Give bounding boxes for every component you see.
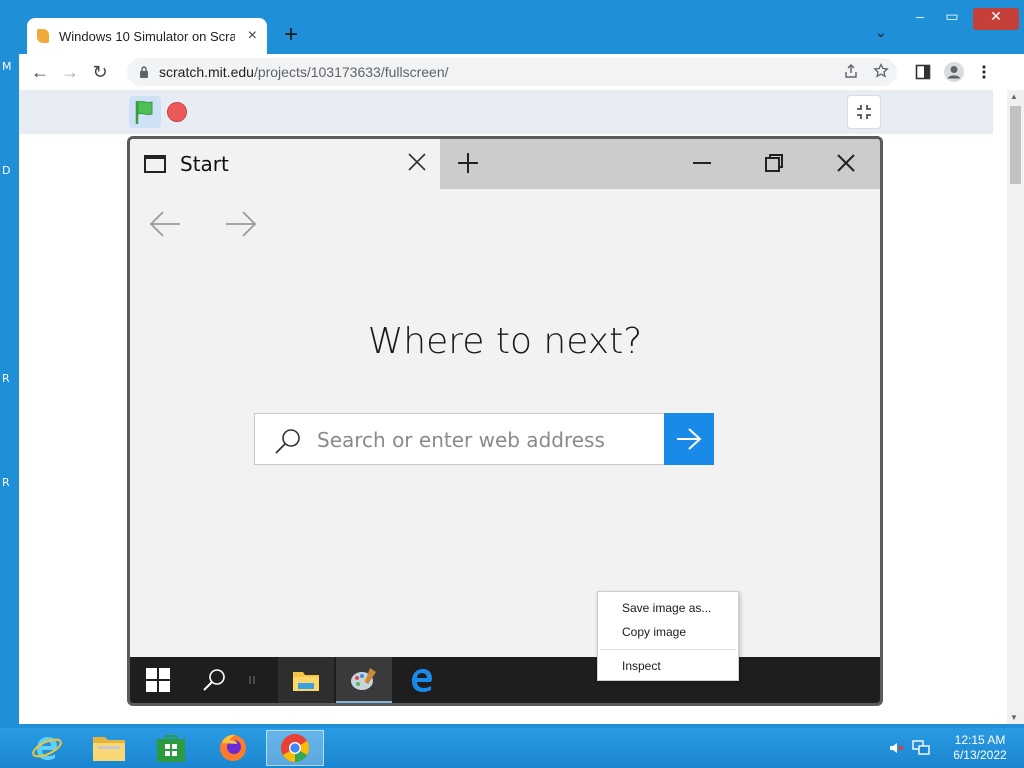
firefox-icon <box>220 734 246 761</box>
volume-muted-icon[interactable] <box>888 740 904 756</box>
win10-edge-button[interactable] <box>394 657 450 703</box>
folder-icon <box>93 737 125 761</box>
maximize-button[interactable]: ▭ <box>937 8 967 30</box>
tab-page-icon <box>144 155 166 173</box>
page-viewport: Start Where to next? Search or enter web… <box>19 90 1024 724</box>
menu-item-copy-image[interactable]: Copy image <box>598 622 738 646</box>
clock-time: 12:15 AM <box>954 733 1006 747</box>
exit-fullscreen-icon <box>857 105 871 119</box>
profile-avatar-icon[interactable] <box>943 61 965 83</box>
win10-taskbar <box>130 657 880 703</box>
tab-title: Windows 10 Simulator on Scratch <box>59 28 235 44</box>
network-icon[interactable] <box>912 740 930 756</box>
minimize-button[interactable]: – <box>905 8 935 30</box>
system-clock[interactable]: 12:15 AM 6/13/2022 <box>940 733 1020 763</box>
win10-paint-button[interactable] <box>336 657 392 703</box>
search-icon <box>275 429 300 454</box>
desktop-icon-label: M <box>2 60 12 73</box>
scratch-favicon-icon <box>37 29 49 43</box>
menu-separator <box>600 649 736 650</box>
edge-tab-bar: Start <box>130 139 880 189</box>
desktop-icon-label: R <box>2 372 10 385</box>
edge-tab-close-icon[interactable] <box>406 151 428 173</box>
edge-legacy-icon <box>412 669 432 692</box>
scrollbar-thumb[interactable] <box>1010 106 1021 184</box>
menu-item-save-image[interactable]: Save image as... <box>598 598 738 622</box>
taskbar-internet-explorer[interactable] <box>20 730 74 766</box>
edge-restore-icon[interactable] <box>762 151 786 175</box>
clock-date: 6/13/2022 <box>953 748 1007 762</box>
forward-button[interactable]: → <box>55 57 85 87</box>
browser-window: Windows 10 Simulator on Scratch × + ⌄ – … <box>19 0 1024 724</box>
page-headline: Where to next? <box>367 321 643 362</box>
green-flag-icon <box>135 100 153 124</box>
internet-explorer-icon <box>32 737 62 760</box>
kebab-menu-icon[interactable] <box>981 64 987 80</box>
edge-forward-arrow-icon[interactable] <box>224 209 258 239</box>
tab-strip: Windows 10 Simulator on Scratch × + ⌄ – … <box>19 0 1024 54</box>
side-panel-icon[interactable] <box>915 64 931 80</box>
edge-tab-start[interactable]: Start <box>130 139 440 189</box>
edge-close-icon[interactable] <box>834 151 858 175</box>
url-path: /projects/103173633/fullscreen/ <box>253 64 449 80</box>
scroll-up-arrow-icon[interactable]: ▲ <box>1010 92 1018 101</box>
url-host: scratch.mit.edu <box>159 64 254 80</box>
search-icon <box>203 669 225 691</box>
taskbar-file-explorer[interactable] <box>82 730 136 766</box>
edge-minimize-icon[interactable] <box>690 151 714 175</box>
reload-button[interactable]: ↻ <box>85 57 115 87</box>
edge-search-box[interactable] <box>254 413 714 465</box>
back-button[interactable]: ← <box>25 57 55 87</box>
desktop-icon-label: R <box>2 476 10 489</box>
system-tray: 12:15 AM 6/13/2022 <box>888 728 1024 768</box>
edge-new-tab-icon[interactable] <box>456 151 480 175</box>
os-taskbar: 12:15 AM 6/13/2022 <box>0 728 1024 768</box>
store-icon <box>157 735 185 762</box>
stop-button[interactable] <box>167 102 187 122</box>
arrow-right-icon <box>677 428 702 450</box>
win10-start-button[interactable] <box>130 657 186 703</box>
scroll-down-arrow-icon[interactable]: ▼ <box>1010 713 1018 722</box>
folder-icon <box>293 672 319 691</box>
share-icon[interactable] <box>843 63 859 79</box>
edge-tab-label: Start <box>180 152 229 176</box>
windows-logo-icon <box>146 668 170 692</box>
green-flag-button[interactable] <box>129 96 161 128</box>
task-view-icon <box>249 676 255 684</box>
search-input[interactable] <box>317 424 657 456</box>
taskbar-store[interactable] <box>144 730 198 766</box>
task-view-button[interactable] <box>232 657 272 703</box>
browser-tab[interactable]: Windows 10 Simulator on Scratch × <box>27 18 267 54</box>
scratch-controls-bar <box>19 90 993 134</box>
address-bar[interactable]: scratch.mit.edu/projects/103173633/fulls… <box>127 58 897 86</box>
search-go-button[interactable] <box>664 413 714 465</box>
lock-icon <box>140 66 148 78</box>
tab-search-chevron-icon[interactable]: ⌄ <box>875 24 887 41</box>
scratch-stage[interactable]: Start Where to next? Search or enter web… <box>127 136 883 706</box>
exit-fullscreen-button[interactable] <box>847 95 881 129</box>
page-scrollbar[interactable]: ▲ ▼ <box>1007 90 1024 724</box>
chrome-icon <box>281 734 309 762</box>
context-menu: Save image as... Copy image Inspect <box>597 591 739 681</box>
close-window-button[interactable]: ✕ <box>973 8 1019 30</box>
url-text: scratch.mit.edu/projects/103173633/fulls… <box>159 64 449 80</box>
new-tab-button[interactable]: + <box>277 22 305 50</box>
paint-palette-icon <box>351 668 376 690</box>
browser-toolbar: ← → ↻ scratch.mit.edu/projects/103173633… <box>19 54 1024 90</box>
taskbar-firefox[interactable] <box>206 730 260 766</box>
bookmark-star-icon[interactable] <box>873 63 889 79</box>
win10-file-explorer-button[interactable] <box>278 657 334 703</box>
desktop-icon-label: D <box>2 164 11 177</box>
edge-back-arrow-icon[interactable] <box>148 209 182 239</box>
menu-item-inspect[interactable]: Inspect <box>598 656 738 680</box>
taskbar-chrome[interactable] <box>266 730 324 766</box>
tab-close-icon[interactable]: × <box>248 27 257 45</box>
